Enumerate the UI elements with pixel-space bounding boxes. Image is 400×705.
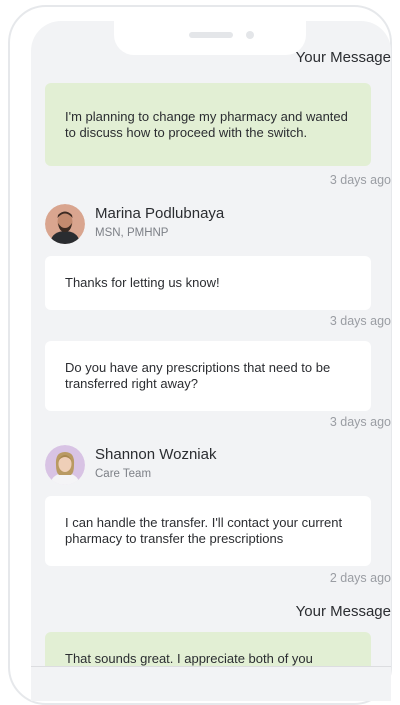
their-message-bubble: I can handle the transfer. I'll contact … xyxy=(45,496,371,566)
camera-icon xyxy=(246,31,254,39)
message-text: That sounds great. I appreciate both of … xyxy=(65,651,313,666)
sender-name: Shannon Wozniak xyxy=(95,446,217,463)
speaker-icon xyxy=(189,32,233,38)
message-timestamp: 3 days ago xyxy=(329,415,391,429)
your-message-label: Your Message xyxy=(295,603,391,620)
their-message-bubble: Thanks for letting us know! xyxy=(45,256,371,310)
your-message-label: Your Message xyxy=(295,49,391,66)
their-message-bubble: Do you have any prescriptions that need … xyxy=(45,341,371,411)
message-text: I'm planning to change my pharmacy and w… xyxy=(65,108,348,140)
my-message-bubble: I'm planning to change my pharmacy and w… xyxy=(45,83,371,166)
phone-notch xyxy=(114,21,306,55)
sender-role: MSN, PMHNP xyxy=(95,227,169,239)
message-timestamp: 3 days ago xyxy=(329,173,391,187)
message-timestamp: 3 days ago xyxy=(329,314,391,328)
avatar-marina-podlubnaya[interactable] xyxy=(45,204,85,244)
sender-role: Care Team xyxy=(95,468,152,480)
screen-bottom-edge xyxy=(31,667,391,701)
message-timestamp: 2 days ago xyxy=(329,571,391,585)
chat-screen[interactable]: Your Message I'm planning to change my p… xyxy=(31,21,391,701)
sender-name: Marina Podlubnaya xyxy=(95,205,225,222)
message-text: Do you have any prescriptions that need … xyxy=(65,360,331,391)
phone-frame: Your Message I'm planning to change my p… xyxy=(8,5,392,705)
message-text: I can handle the transfer. I'll contact … xyxy=(65,515,343,546)
message-text: Thanks for letting us know! xyxy=(65,275,220,290)
avatar-shannon-wozniak[interactable] xyxy=(45,445,85,485)
